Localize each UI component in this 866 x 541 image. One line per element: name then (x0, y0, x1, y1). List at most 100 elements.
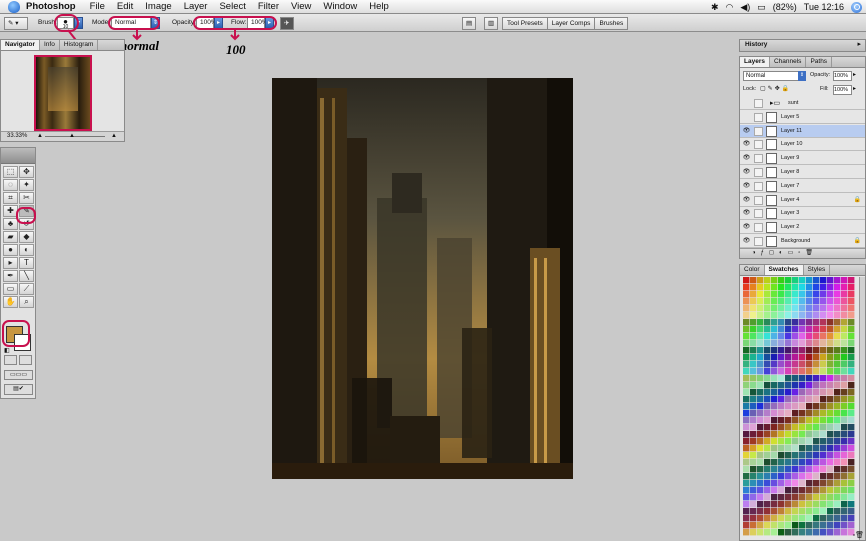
swatch-cell[interactable] (771, 368, 778, 375)
volume-icon[interactable]: ◀) (740, 2, 750, 13)
layer-row[interactable]: 👁 Layer 8 (740, 166, 865, 179)
swatch-cell[interactable] (778, 459, 785, 466)
swatch-cell[interactable] (813, 347, 820, 354)
swatch-cell[interactable] (813, 333, 820, 340)
swatch-cell[interactable] (771, 445, 778, 452)
swatch-cell[interactable] (757, 431, 764, 438)
swatch-cell[interactable] (820, 312, 827, 319)
swatch-cell[interactable] (848, 291, 855, 298)
swatch-cell[interactable] (757, 298, 764, 305)
swatch-cell[interactable] (743, 403, 750, 410)
swatch-cell[interactable] (764, 368, 771, 375)
swatch-cell[interactable] (848, 284, 855, 291)
swatch-cell[interactable] (813, 291, 820, 298)
swatch-cell[interactable] (792, 319, 799, 326)
swatch-cell[interactable] (778, 354, 785, 361)
swatch-cell[interactable] (799, 277, 806, 284)
panel-menu-icon[interactable]: ▸ (857, 40, 861, 48)
swatch-cell[interactable] (757, 424, 764, 431)
swatch-cell[interactable] (750, 459, 757, 466)
swatch-cell[interactable] (813, 319, 820, 326)
swatch-cell[interactable] (764, 452, 771, 459)
swatch-cell[interactable] (778, 410, 785, 417)
swatch-cell[interactable] (827, 396, 834, 403)
swatch-cell[interactable] (771, 333, 778, 340)
swatch-cell[interactable] (841, 403, 848, 410)
tab-info[interactable]: Info (40, 40, 60, 50)
swatch-cell[interactable] (778, 291, 785, 298)
swatch-cell[interactable] (743, 424, 750, 431)
path-selection-tool-icon[interactable]: ▸ (3, 257, 18, 269)
swatch-cell[interactable] (792, 494, 799, 501)
swatch-cell[interactable] (743, 522, 750, 529)
swatch-cell[interactable] (743, 487, 750, 494)
swatch-cell[interactable] (743, 277, 750, 284)
swatch-cell[interactable] (841, 459, 848, 466)
swatch-cell[interactable] (764, 305, 771, 312)
swatch-cell[interactable] (750, 368, 757, 375)
swatch-cell[interactable] (799, 319, 806, 326)
swatch-cell[interactable] (743, 396, 750, 403)
swatch-cell[interactable] (827, 305, 834, 312)
marquee-tool-icon[interactable]: ⬚ (3, 166, 18, 178)
swatch-cell[interactable] (764, 326, 771, 333)
swatch-cell[interactable] (743, 529, 750, 536)
swatch-cell[interactable] (785, 298, 792, 305)
swatch-cell[interactable] (820, 396, 827, 403)
swatch-cell[interactable] (841, 494, 848, 501)
swatch-cell[interactable] (750, 445, 757, 452)
swatch-cell[interactable] (785, 501, 792, 508)
swatch-cell[interactable] (799, 291, 806, 298)
swatch-cell[interactable] (820, 438, 827, 445)
swatch-cell[interactable] (806, 319, 813, 326)
swatch-cell[interactable] (771, 480, 778, 487)
swatch-cell[interactable] (848, 424, 855, 431)
swatch-cell[interactable] (820, 277, 827, 284)
swatch-cell[interactable] (771, 389, 778, 396)
swatch-cell[interactable] (813, 277, 820, 284)
swatch-cell[interactable] (799, 333, 806, 340)
swatch-cell[interactable] (785, 438, 792, 445)
swatch-cell[interactable] (848, 508, 855, 515)
swatch-cell[interactable] (764, 480, 771, 487)
swatch-cell[interactable] (792, 361, 799, 368)
swatch-cell[interactable] (799, 452, 806, 459)
default-colors-icon[interactable]: ◧ (4, 347, 10, 354)
layers-footer-buttons[interactable]: ◑ƒ◻◐▭▫🗑 (740, 248, 865, 258)
swatch-cell[interactable] (799, 438, 806, 445)
swatch-cell[interactable] (792, 522, 799, 529)
swatch-cell[interactable] (785, 368, 792, 375)
magic-wand-tool-icon[interactable]: ✦ (19, 179, 34, 191)
swatch-cell[interactable] (806, 298, 813, 305)
swatch-cell[interactable] (834, 382, 841, 389)
swatch-cell[interactable] (764, 410, 771, 417)
swatch-cell[interactable] (785, 312, 792, 319)
swatch-cell[interactable] (750, 361, 757, 368)
swatch-cell[interactable] (743, 319, 750, 326)
screen-mode-icons[interactable]: ▭▭▭ (4, 370, 33, 380)
zoom-slider-thumb-icon[interactable]: ▲ (69, 132, 75, 141)
swatch-cell[interactable] (743, 501, 750, 508)
swatch-cell[interactable] (813, 326, 820, 333)
swatch-cell[interactable] (778, 305, 785, 312)
swatch-cell[interactable] (778, 508, 785, 515)
swatch-cell[interactable] (841, 389, 848, 396)
swatch-cell[interactable] (764, 347, 771, 354)
swatch-cell[interactable] (743, 515, 750, 522)
swatch-cell[interactable] (778, 298, 785, 305)
swatch-cell[interactable] (771, 291, 778, 298)
swatch-cell[interactable] (834, 347, 841, 354)
tab-tool-presets[interactable]: Tool Presets (502, 17, 548, 30)
swatch-cell[interactable] (813, 473, 820, 480)
swatch-cell[interactable] (771, 515, 778, 522)
zoom-in-icon[interactable]: ▲ (111, 132, 117, 141)
swatch-cell[interactable] (841, 431, 848, 438)
swatch-cell[interactable] (841, 382, 848, 389)
swatch-cell[interactable] (841, 417, 848, 424)
swatch-cell[interactable] (778, 347, 785, 354)
swatch-cell[interactable] (813, 396, 820, 403)
swatch-cell[interactable] (792, 284, 799, 291)
eye-icon[interactable]: 👁 (742, 168, 751, 177)
swatch-cell[interactable] (820, 410, 827, 417)
swatch-cell[interactable] (750, 375, 757, 382)
